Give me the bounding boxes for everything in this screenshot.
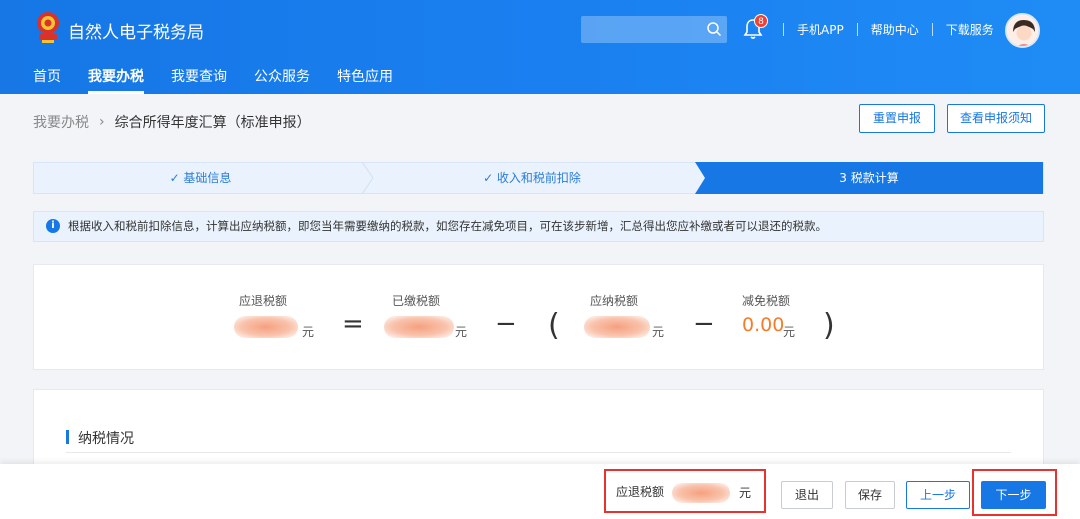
top-header: 自然人电子税务局 8 手机APP 帮助中心 下载服务 首页 我要办税 我要查询 …	[0, 0, 1080, 94]
minus-sign: −	[693, 309, 715, 339]
user-avatar[interactable]	[1005, 13, 1040, 48]
avatar-icon	[1007, 15, 1038, 46]
previous-step-button[interactable]: 上一步	[906, 481, 970, 509]
bottom-action-bar: 应退税额 元 退出 保存 上一步 下一步	[0, 464, 1080, 519]
exit-button[interactable]: 退出	[781, 481, 833, 509]
next-step-highlight: 下一步	[972, 469, 1057, 516]
page-title: 综合所得年度汇算（标准申报）	[114, 115, 311, 131]
section-divider	[66, 452, 1011, 453]
nav-home[interactable]: 首页	[33, 66, 61, 94]
nav-tax-handling[interactable]: 我要办税	[88, 66, 144, 94]
refund-summary-highlight: 应退税额 元	[604, 469, 766, 513]
step-basic-info[interactable]: ✓ 基础信息	[34, 163, 367, 193]
nav-query[interactable]: 我要查询	[171, 66, 227, 94]
paid-amount-label: 已缴税额	[392, 294, 441, 308]
breadcrumb-parent[interactable]: 我要办税	[33, 112, 89, 132]
step-income-deduction[interactable]: ✓ 收入和税前扣除	[367, 163, 697, 193]
step-progress: ✓ 基础信息 ✓ 收入和税前扣除 3 税款计算	[33, 162, 1044, 194]
info-notice: i 根据收入和税前扣除信息，计算出应纳税额，即您当年需要缴纳的税款，如您存在减免…	[33, 211, 1044, 242]
refund-summary-value-redacted	[672, 483, 730, 503]
paid-amount-value-redacted	[384, 316, 454, 338]
refund-amount-value-redacted	[234, 316, 298, 338]
refund-amount-label: 应退税额	[239, 294, 288, 308]
view-filing-notice-button[interactable]: 查看申报须知	[947, 104, 1045, 133]
search-input[interactable]	[581, 16, 727, 43]
search-icon[interactable]	[706, 21, 722, 37]
divider	[931, 23, 933, 36]
relief-amount-value: 0.00	[742, 314, 785, 336]
tax-formula-card: 应退税额 元 = 已缴税额 元 − ( 应纳税额 元 − 减免税额 0.00 元…	[33, 264, 1044, 370]
divider	[856, 23, 858, 36]
info-icon: i	[46, 219, 60, 233]
info-text: 根据收入和税前扣除信息，计算出应纳税额，即您当年需要缴纳的税款，如您存在减免项目…	[68, 219, 827, 233]
save-button[interactable]: 保存	[845, 481, 895, 509]
divider	[783, 23, 784, 36]
payable-amount-label: 应纳税额	[590, 294, 639, 308]
payable-amount-value-redacted	[584, 316, 650, 338]
nav-featured-apps[interactable]: 特色应用	[337, 66, 393, 94]
main-nav: 首页 我要办税 我要查询 公众服务 特色应用	[33, 66, 420, 94]
breadcrumb: 我要办税 › 综合所得年度汇算（标准申报）	[33, 112, 311, 132]
relief-amount-label: 减免税额	[742, 294, 791, 308]
next-step-button[interactable]: 下一步	[981, 481, 1046, 509]
unit-label: 元	[455, 325, 468, 339]
equals-sign: =	[342, 309, 364, 339]
help-center-link[interactable]: 帮助中心	[871, 21, 919, 38]
notification-badge: 8	[754, 14, 768, 28]
top-links: 手机APP 帮助中心 下载服务	[770, 21, 994, 38]
unit-label: 元	[652, 325, 665, 339]
refund-summary-unit: 元	[739, 486, 752, 500]
site-title[interactable]: 自然人电子税务局	[68, 18, 204, 43]
mobile-app-link[interactable]: 手机APP	[797, 21, 844, 38]
download-service-link[interactable]: 下载服务	[946, 21, 994, 38]
unit-label: 元	[783, 325, 796, 339]
reset-filing-button[interactable]: 重置申报	[859, 104, 935, 133]
open-paren: (	[548, 308, 560, 343]
step-tax-calculation: 3 税款计算	[695, 162, 1043, 194]
chevron-right-icon: ›	[99, 114, 105, 130]
tax-emblem-logo	[37, 12, 59, 43]
tax-situation-card: 纳税情况	[33, 389, 1044, 469]
minus-sign: −	[495, 309, 517, 339]
section-title: 纳税情况	[66, 428, 134, 448]
close-paren: )	[823, 308, 835, 343]
refund-summary-label: 应退税额	[616, 485, 665, 499]
unit-label: 元	[302, 325, 315, 339]
nav-public-service[interactable]: 公众服务	[254, 66, 310, 94]
